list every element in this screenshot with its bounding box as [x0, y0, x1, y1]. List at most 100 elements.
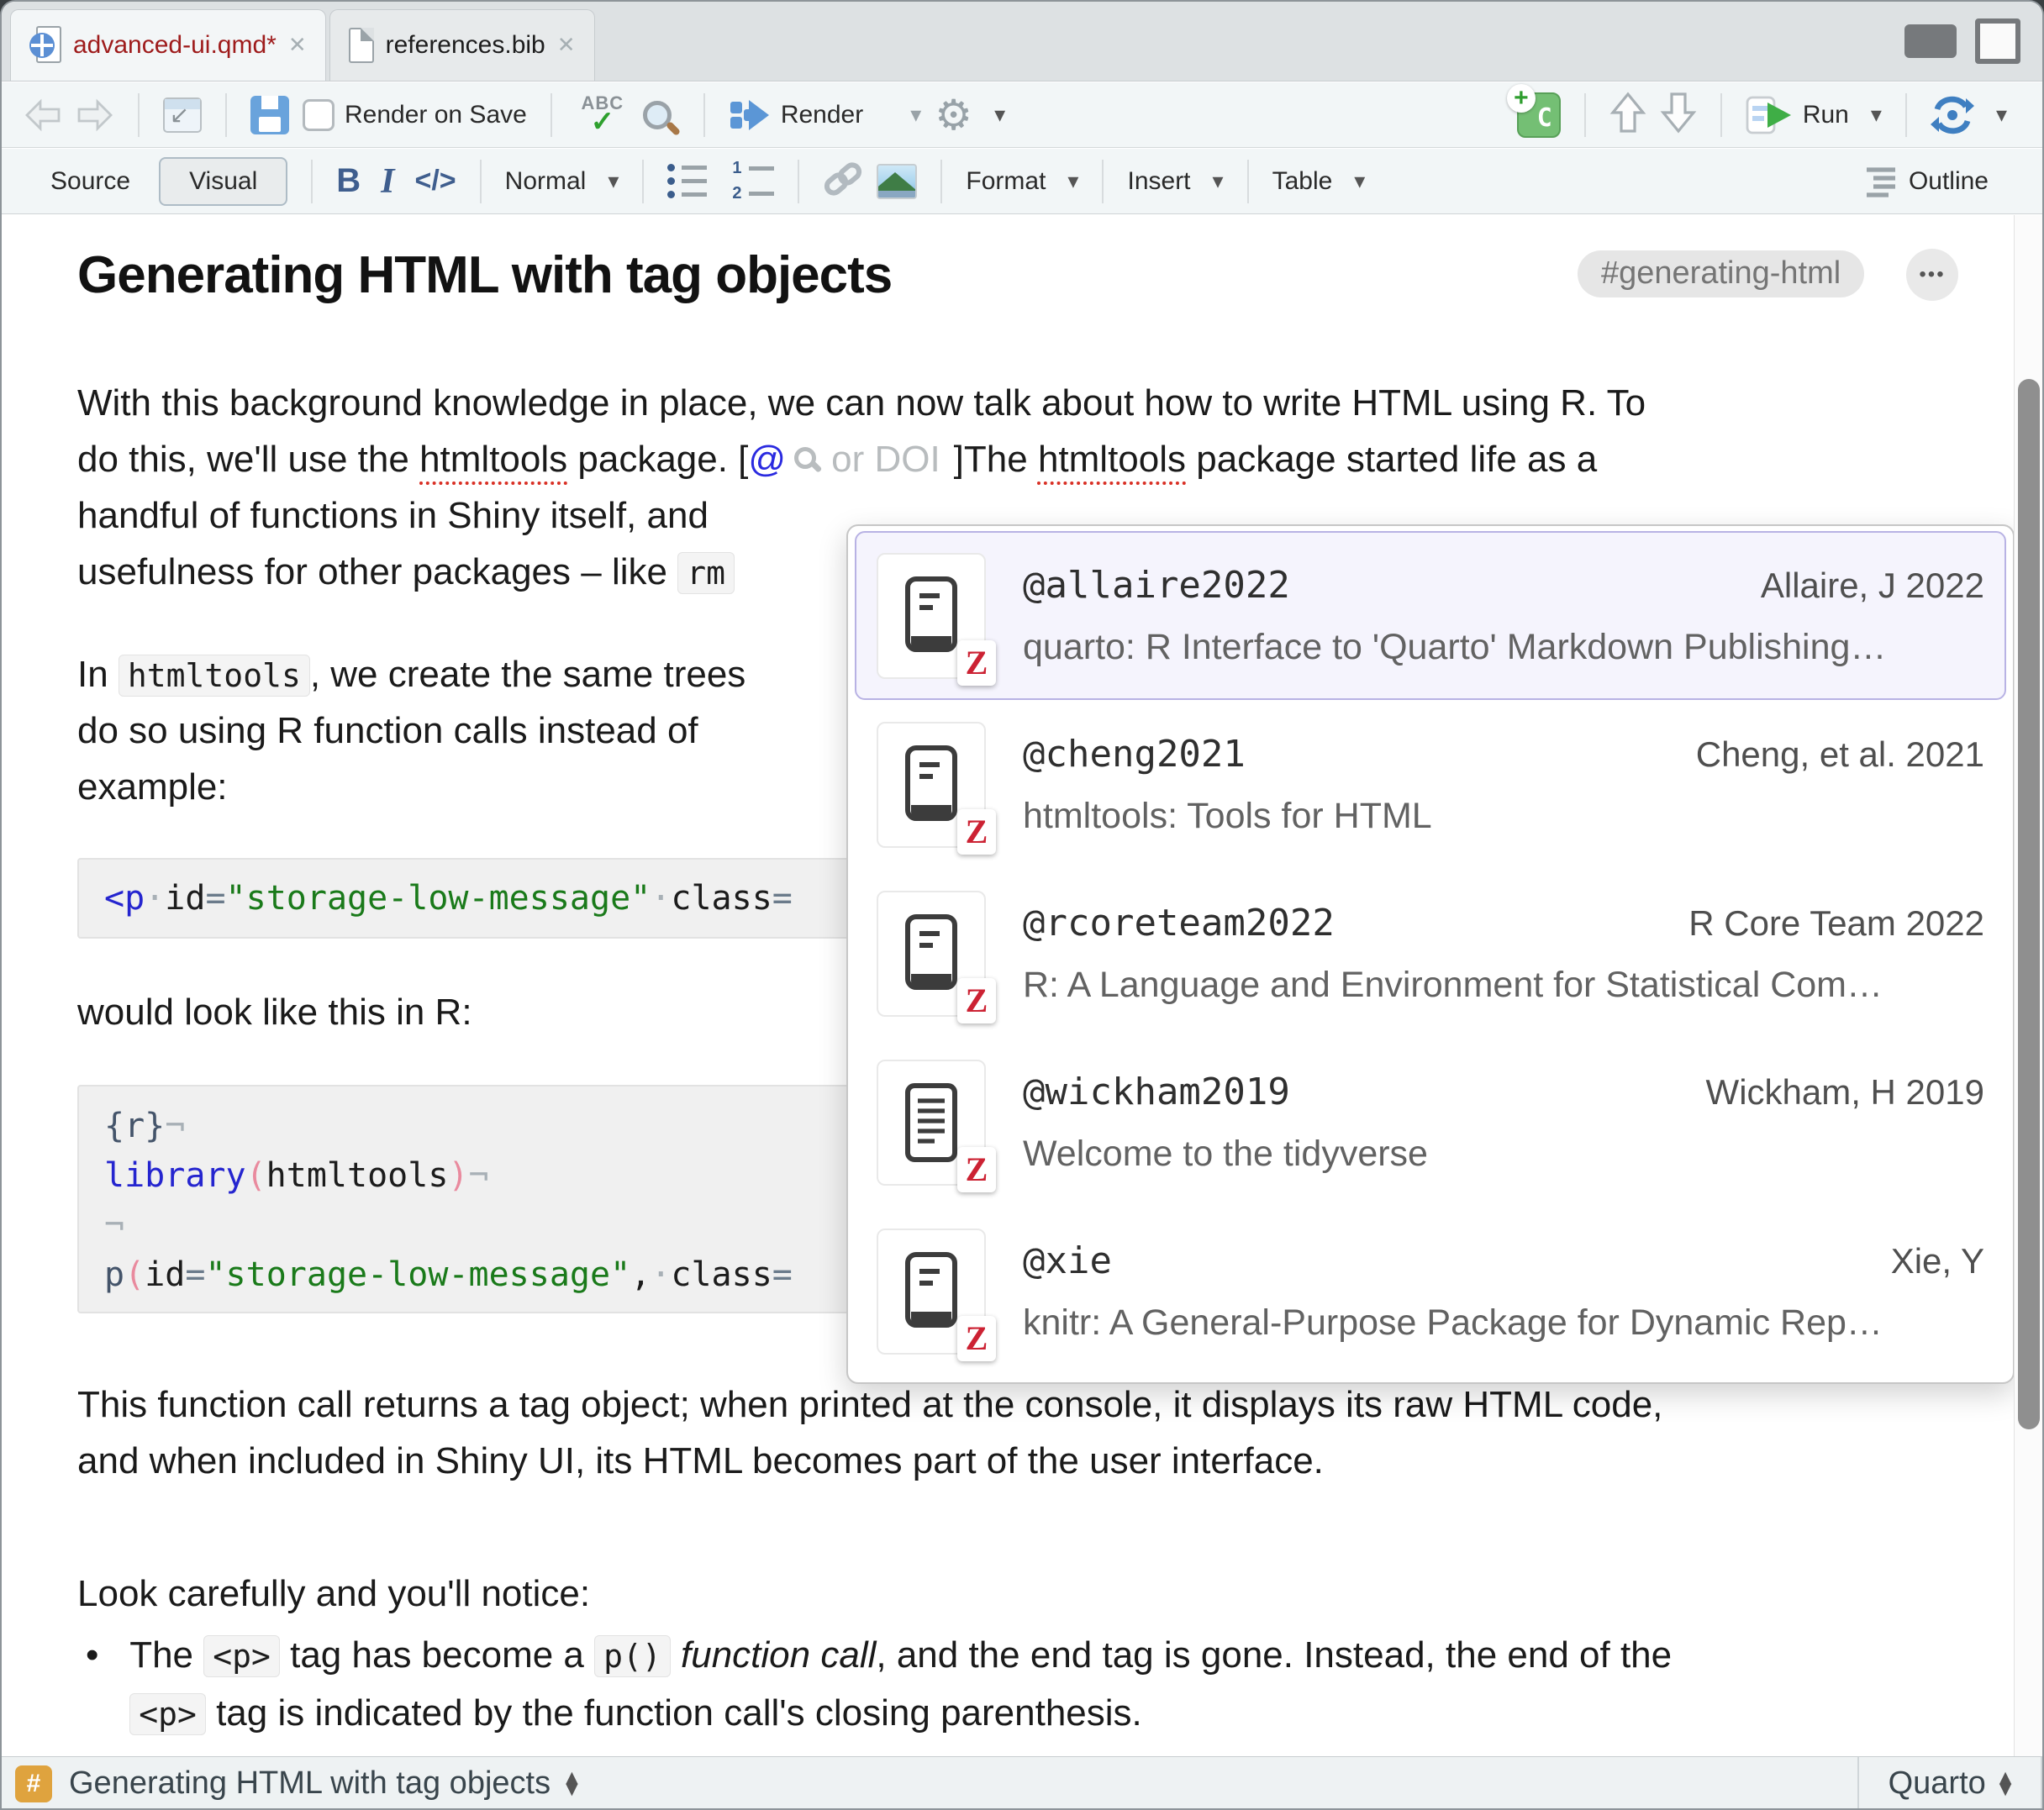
chevron-down-icon: ▾	[1067, 169, 1078, 194]
citation-input[interactable]: @	[748, 439, 786, 480]
render-options-button[interactable]: ⚙ ▾	[935, 91, 1005, 139]
zotero-icon: Z	[957, 978, 996, 1023]
file-icon	[349, 28, 374, 63]
list-item: The <p> tag has become a p() function ca…	[129, 1627, 2042, 1743]
render-on-save-checkbox[interactable]	[303, 99, 335, 131]
outline-icon	[1860, 165, 1899, 198]
divider	[225, 93, 227, 137]
link-icon[interactable]	[823, 159, 863, 203]
numbered-list-icon[interactable]: 1 2	[732, 159, 774, 203]
citation-item[interactable]: Z @allaire2022Allaire, J 2022 quarto: R …	[855, 531, 2006, 700]
tab-advanced-ui-qmd[interactable]: advanced-ui.qmd* ✕	[10, 9, 326, 81]
divider	[1905, 93, 1907, 137]
back-button[interactable]	[24, 98, 62, 132]
maximize-button[interactable]	[1975, 18, 2020, 64]
editor-surface[interactable]: Generating HTML with tag objects #genera…	[2, 215, 2042, 1756]
plus-icon: +	[1507, 84, 1536, 113]
close-icon[interactable]: ✕	[288, 33, 307, 58]
quarto-file-icon	[29, 26, 61, 65]
divider	[940, 160, 942, 203]
render-button[interactable]: Render ▾	[729, 97, 921, 134]
anchor-id-badge[interactable]: #generating-html	[1578, 250, 1864, 297]
section-hash-icon: #	[15, 1765, 52, 1802]
table-menu[interactable]: Table ▾	[1272, 167, 1366, 196]
heading-options-button[interactable]: •••	[1906, 249, 1958, 301]
open-in-window-icon[interactable]	[163, 97, 202, 133]
insert-menu[interactable]: Insert ▾	[1127, 167, 1223, 196]
spellcheck-word: htmltools	[1038, 439, 1186, 480]
language-mode-selector[interactable]: Quarto ▲ ▼	[1857, 1757, 2042, 1810]
chevron-down-icon: ▾	[1871, 103, 1882, 128]
spellcheck-icon[interactable]: ABC ✓	[576, 94, 630, 136]
page-title: Generating HTML with tag objects	[77, 245, 892, 305]
chevron-down-icon: ▾	[1213, 169, 1224, 194]
paragraph: In htmltools, we create the same trees d…	[77, 646, 745, 815]
zotero-icon: Z	[957, 640, 996, 686]
render-label: Render	[781, 101, 863, 129]
save-icon[interactable]	[250, 96, 289, 134]
forward-button[interactable]	[76, 98, 114, 132]
source-document-button[interactable]: ▾	[1931, 95, 2007, 135]
divider	[642, 160, 644, 203]
visual-mode-button[interactable]: Visual	[159, 157, 287, 206]
book-icon: Z	[877, 553, 986, 679]
minimize-button[interactable]	[1904, 24, 1957, 58]
scrollbar[interactable]	[2014, 215, 2042, 1756]
citation-author: Cheng, et al. 2021	[1696, 734, 1984, 775]
bullet-list: • The <p> tag has become a p() function …	[77, 1627, 2042, 1743]
chevron-down-icon: ▾	[994, 103, 1005, 128]
spellcheck-word: htmltools	[419, 439, 567, 480]
citation-title: R: A Language and Environment for Statis…	[1023, 965, 1984, 1006]
outline-toggle[interactable]: Outline	[1860, 165, 1989, 198]
book-icon: Z	[877, 891, 986, 1017]
citation-id: @cheng2021	[1023, 733, 1246, 776]
inline-code: htmltools	[119, 655, 310, 697]
bold-button[interactable]: B	[336, 162, 361, 200]
insert-chunk-icon[interactable]: C +	[1517, 92, 1561, 138]
mode-selector-arrows-icon: ▲ ▼	[1999, 1772, 2012, 1795]
citation-item[interactable]: Z @wickham2019Wickham, H 2019 Welcome to…	[855, 1038, 2006, 1207]
bullet-list-icon[interactable]	[667, 164, 707, 198]
go-next-section-button[interactable]	[1660, 91, 1697, 139]
render-icon	[729, 97, 771, 134]
citation-item[interactable]: Z @cheng2021 Cheng, et al. 2021 htmltools…	[855, 700, 2006, 869]
scrollbar-thumb[interactable]	[2018, 379, 2040, 1429]
render-on-save-toggle[interactable]: Render on Save	[303, 99, 527, 131]
divider	[551, 93, 552, 137]
run-button[interactable]: Run ▾	[1746, 96, 1882, 134]
go-previous-section-button[interactable]	[1609, 91, 1646, 139]
source-mode-button[interactable]: Source	[35, 159, 145, 204]
citation-item[interactable]: Z @xieXie, Y knitr: A General-Purpose Pa…	[855, 1207, 2006, 1376]
paragraph-style-select[interactable]: Normal ▾	[505, 167, 619, 196]
chevron-down-icon: ▾	[608, 169, 619, 194]
citation-placeholder: or DOI	[831, 439, 940, 480]
citation-author: Allaire, J 2022	[1761, 566, 1984, 606]
divider	[480, 160, 482, 203]
book-icon: Z	[877, 1229, 986, 1355]
section-selector-arrows-icon[interactable]: ▲ ▼	[566, 1772, 578, 1795]
citation-id: @xie	[1023, 1239, 1112, 1282]
italic-button[interactable]: I	[374, 161, 401, 202]
run-icon	[1746, 96, 1793, 134]
citation-author: Xie, Y	[1891, 1241, 1984, 1281]
format-toolbar: Source Visual B I </> Normal ▾ 1 2 Forma…	[2, 149, 2042, 214]
section-selector[interactable]: Generating HTML with tag objects	[69, 1765, 551, 1802]
tab-references-bib[interactable]: references.bib ✕	[329, 9, 595, 81]
chevron-down-icon[interactable]: ▾	[910, 103, 921, 128]
bullet-marker: •	[77, 1627, 129, 1743]
rerun-icon	[1931, 95, 1974, 135]
citation-title: Welcome to the tidyverse	[1023, 1134, 1984, 1175]
search-icon[interactable]	[643, 101, 672, 129]
citation-title: htmltools: Tools for HTML	[1023, 796, 1984, 837]
citation-item[interactable]: Z @rcoreteam2022R Core Team 2022 R: A La…	[855, 869, 2006, 1038]
code-button[interactable]: </>	[414, 165, 456, 197]
citation-author: Wickham, H 2019	[1706, 1072, 1984, 1113]
main-toolbar: Render on Save ABC ✓ Render ▾ ⚙ ▾ C + Ru…	[2, 82, 2042, 148]
zotero-icon: Z	[957, 809, 996, 855]
tab-bar: advanced-ui.qmd* ✕ references.bib ✕	[2, 2, 2042, 82]
image-icon[interactable]	[877, 164, 917, 199]
format-menu[interactable]: Format ▾	[966, 167, 1078, 196]
close-icon[interactable]: ✕	[557, 33, 576, 58]
chevron-down-icon: ▾	[1354, 169, 1365, 194]
rstudio-window: advanced-ui.qmd* ✕ references.bib ✕ Rend…	[0, 0, 2044, 1810]
